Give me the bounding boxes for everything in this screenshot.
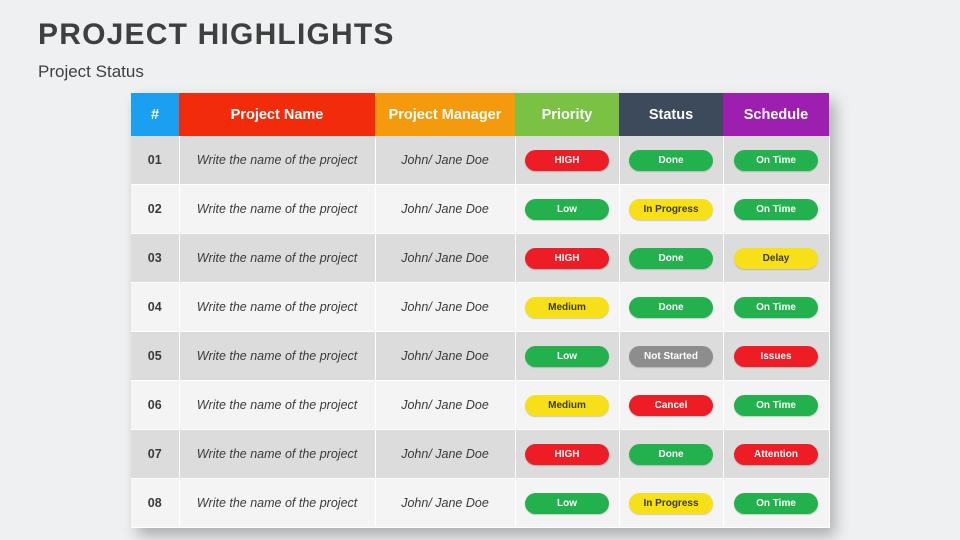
row-priority-cell: HIGH [515, 429, 620, 479]
row-status-cell: In Progress [619, 184, 724, 234]
table-row: 01 Write the name of the project John/ Jan… [131, 136, 830, 185]
priority-badge: Medium [525, 394, 609, 416]
slide: PROJECT HIGHLIGHTS Project Status # Proj… [0, 0, 960, 540]
row-project-name: Write the name of the project [179, 331, 376, 381]
column-header-priority: Priority [515, 93, 619, 136]
table-row: 06 Write the name of the project John/ Jan… [131, 380, 830, 430]
column-header-index: # [131, 93, 179, 136]
row-index: 01 [131, 136, 180, 185]
priority-badge: HIGH [525, 247, 609, 269]
row-status-cell: In Progress [619, 478, 724, 528]
row-project-manager: John/ Jane Doe [375, 429, 516, 479]
row-priority-cell: Medium [515, 282, 620, 332]
row-project-name: Write the name of the project [179, 184, 376, 234]
row-schedule-cell: Issues [723, 331, 830, 381]
column-header-project-name: Project Name [179, 93, 375, 136]
row-status-cell: Done [619, 136, 724, 185]
row-project-name: Write the name of the project [179, 429, 376, 479]
row-priority-cell: Medium [515, 380, 620, 430]
row-project-name: Write the name of the project [179, 136, 376, 185]
table-row: 08 Write the name of the project John/ Jan… [131, 478, 830, 528]
row-schedule-cell: On Time [723, 136, 830, 185]
priority-badge: Medium [525, 296, 609, 318]
status-badge: In Progress [629, 492, 713, 514]
row-status-cell: Done [619, 233, 724, 283]
priority-badge: Low [525, 492, 609, 514]
project-status-table-container: # Project Name Project Manager Priority … [131, 93, 830, 528]
schedule-badge: On Time [734, 149, 818, 171]
schedule-badge: On Time [734, 296, 818, 318]
row-project-name: Write the name of the project [179, 478, 376, 528]
schedule-badge: Attention [734, 443, 818, 465]
row-schedule-cell: On Time [723, 380, 830, 430]
row-schedule-cell: On Time [723, 478, 830, 528]
table-row: 02 Write the name of the project John/ Jan… [131, 184, 830, 234]
row-project-manager: John/ Jane Doe [375, 233, 516, 283]
row-index: 08 [131, 478, 180, 528]
status-badge: Done [629, 296, 713, 318]
schedule-badge: Delay [734, 247, 818, 269]
row-priority-cell: HIGH [515, 136, 620, 185]
priority-badge: Low [525, 198, 609, 220]
status-badge: Not Started [629, 345, 713, 367]
page-subtitle: Project Status [38, 62, 144, 81]
row-project-manager: John/ Jane Doe [375, 136, 516, 185]
row-status-cell: Done [619, 282, 724, 332]
row-schedule-cell: Attention [723, 429, 830, 479]
priority-badge: HIGH [525, 149, 609, 171]
row-project-name: Write the name of the project [179, 380, 376, 430]
row-project-name: Write the name of the project [179, 233, 376, 283]
row-project-manager: John/ Jane Doe [375, 282, 516, 332]
row-project-manager: John/ Jane Doe [375, 331, 516, 381]
table-header-row: # Project Name Project Manager Priority … [131, 93, 829, 136]
schedule-badge: On Time [734, 198, 818, 220]
row-index: 02 [131, 184, 180, 234]
column-header-status: Status [619, 93, 723, 136]
project-status-table: # Project Name Project Manager Priority … [131, 93, 830, 528]
row-priority-cell: Low [515, 478, 620, 528]
row-project-name: Write the name of the project [179, 282, 376, 332]
status-badge: Done [629, 247, 713, 269]
table-row: 04 Write the name of the project John/ Jan… [131, 282, 830, 332]
row-index: 04 [131, 282, 180, 332]
status-badge: Done [629, 443, 713, 465]
schedule-badge: Issues [734, 345, 818, 367]
row-priority-cell: Low [515, 331, 620, 381]
row-status-cell: Done [619, 429, 724, 479]
status-badge: Cancel [629, 394, 713, 416]
column-header-schedule: Schedule [723, 93, 829, 136]
row-index: 07 [131, 429, 180, 479]
row-index: 03 [131, 233, 180, 283]
row-priority-cell: Low [515, 184, 620, 234]
row-index: 06 [131, 380, 180, 430]
schedule-badge: On Time [734, 492, 818, 514]
page-title: PROJECT HIGHLIGHTS [38, 18, 395, 51]
row-project-manager: John/ Jane Doe [375, 380, 516, 430]
row-project-manager: John/ Jane Doe [375, 478, 516, 528]
row-project-manager: John/ Jane Doe [375, 184, 516, 234]
status-badge: In Progress [629, 198, 713, 220]
column-header-project-manager: Project Manager [375, 93, 515, 136]
priority-badge: HIGH [525, 443, 609, 465]
row-schedule-cell: On Time [723, 282, 830, 332]
row-schedule-cell: On Time [723, 184, 830, 234]
row-priority-cell: HIGH [515, 233, 620, 283]
table-row: 03 Write the name of the project John/ Jan… [131, 233, 830, 283]
row-index: 05 [131, 331, 180, 381]
priority-badge: Low [525, 345, 609, 367]
table-row: 07 Write the name of the project John/ Jan… [131, 429, 830, 479]
table-header: # Project Name Project Manager Priority … [131, 93, 829, 136]
row-status-cell: Not Started [619, 331, 724, 381]
table-body: 01 Write the name of the project John/ Jan… [131, 136, 830, 528]
table-row: 05 Write the name of the project John/ Jan… [131, 331, 830, 381]
schedule-badge: On Time [734, 394, 818, 416]
row-status-cell: Cancel [619, 380, 724, 430]
status-badge: Done [629, 149, 713, 171]
row-schedule-cell: Delay [723, 233, 830, 283]
